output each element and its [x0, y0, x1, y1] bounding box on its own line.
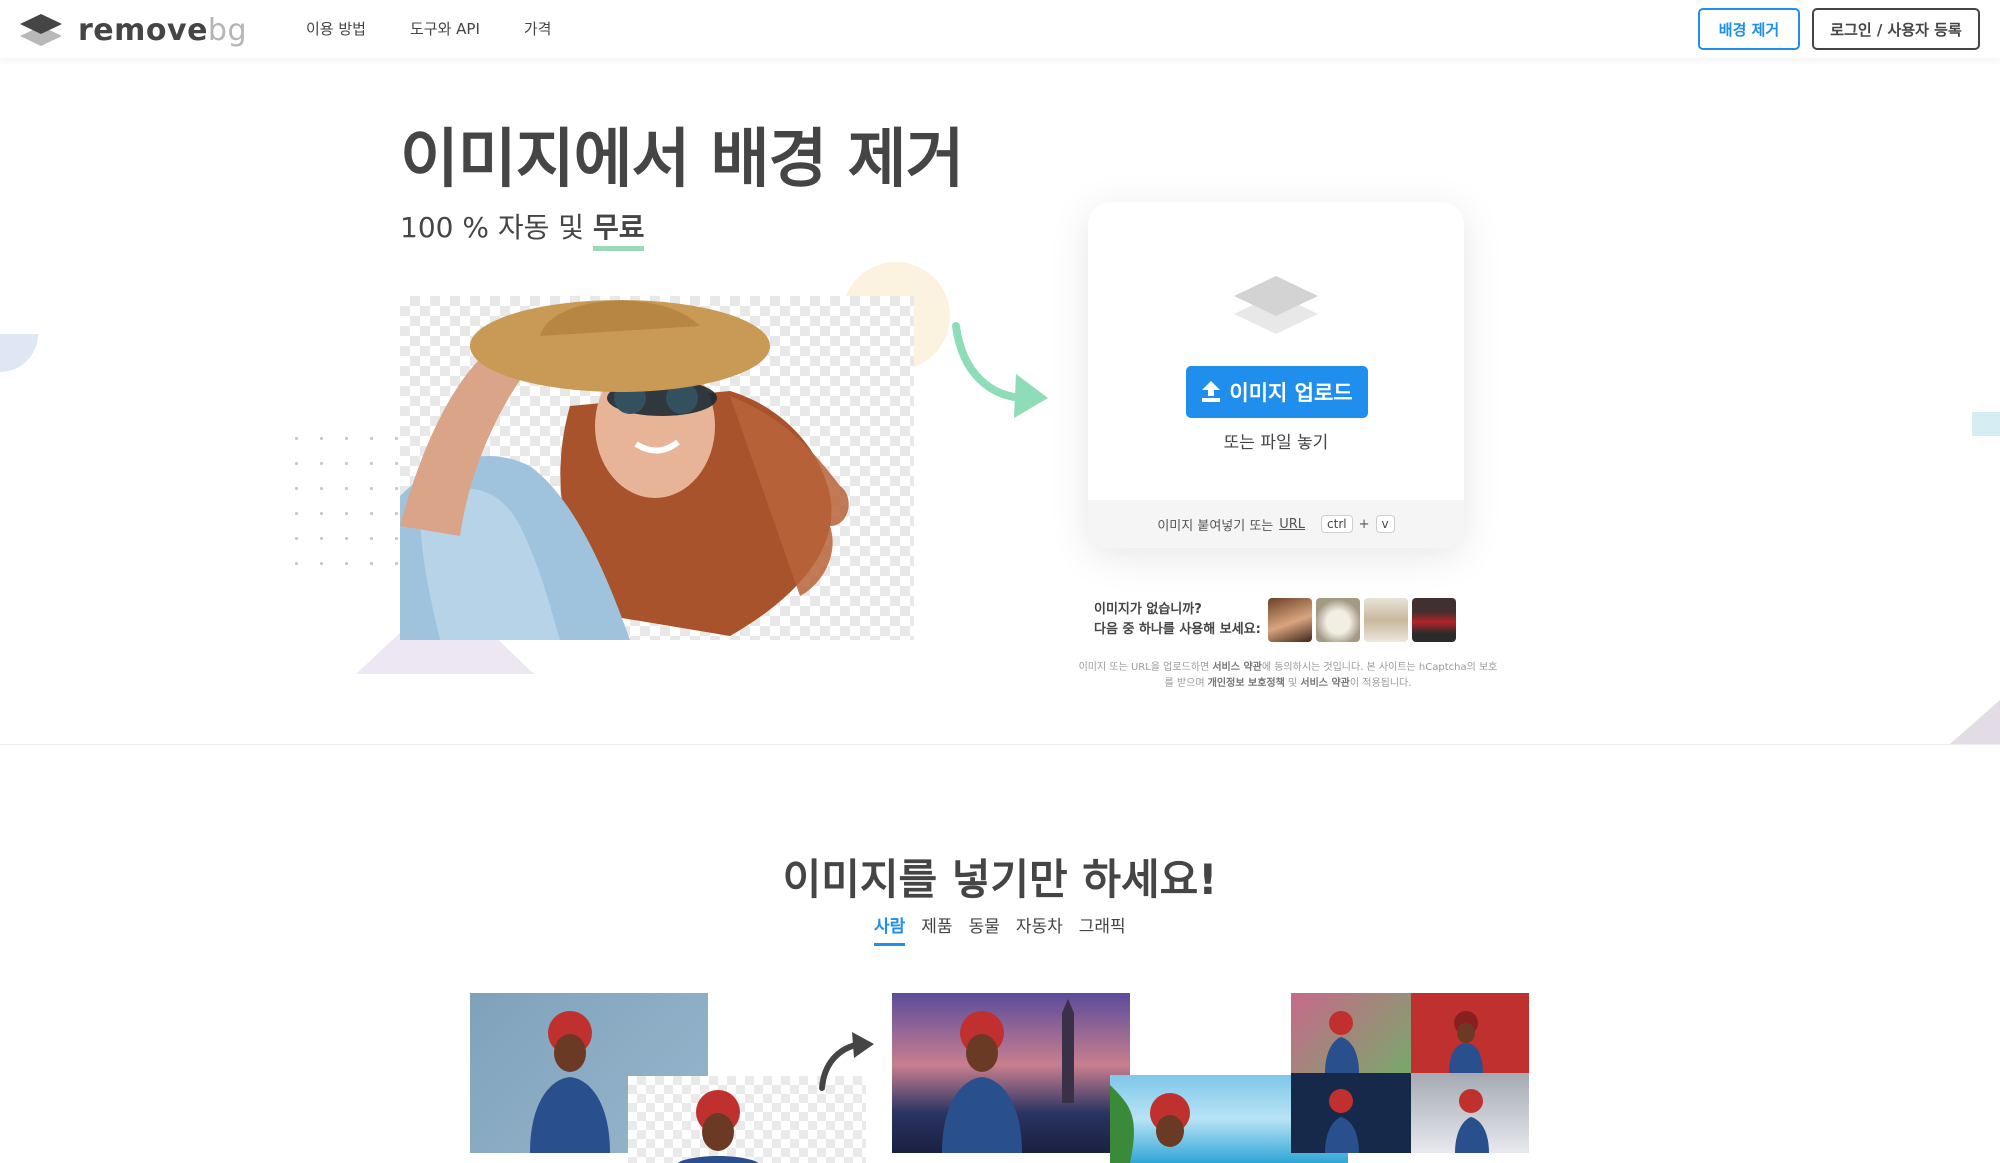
tab-products[interactable]: 제품: [921, 912, 952, 946]
sample-thumb-dog[interactable]: [1316, 598, 1360, 642]
nav-pricing[interactable]: 가격: [524, 18, 552, 39]
person-figure: [1325, 1011, 1359, 1073]
tab-animals[interactable]: 동물: [969, 912, 1000, 946]
logo-layers-icon: [20, 14, 62, 46]
paste-url-link[interactable]: URL: [1279, 517, 1305, 532]
person-figure: [1449, 1011, 1483, 1073]
nav-how-to[interactable]: 이용 방법: [306, 18, 366, 39]
privacy-link[interactable]: 개인정보 보호정책: [1208, 678, 1285, 689]
section-title: 이미지를 넣기만 하세요!: [782, 855, 1218, 904]
tab-people[interactable]: 사람: [874, 912, 906, 946]
section-divider: [0, 744, 2000, 745]
tab-graphics[interactable]: 그래픽: [1079, 912, 1126, 946]
category-tabs: 사람 제품 동물 자동차 그래픽: [874, 912, 1126, 946]
layers-icon: [1234, 276, 1318, 334]
example-grid-photo-2: [1411, 993, 1529, 1073]
sample-prompt: 이미지가 없습니까? 다음 중 하나를 사용해 보세요:: [1094, 602, 1261, 637]
key-ctrl: ctrl: [1321, 515, 1353, 533]
green-arrow-icon: [952, 322, 1048, 418]
sample-thumb-product[interactable]: [1364, 598, 1408, 642]
person-figure: [942, 999, 1074, 1153]
terms-link[interactable]: 서비스 약관: [1212, 662, 1261, 673]
tab-cars[interactable]: 자동차: [1016, 912, 1063, 946]
drop-file-text: 또는 파일 놓기: [1223, 433, 1329, 453]
curved-arrow-icon: [819, 1032, 874, 1091]
upload-card[interactable]: 이미지 업로드 또는 파일 놓기 이미지 붙여넣기 또는 URL ctrl + …: [1088, 202, 1464, 548]
logo[interactable]: removebg: [18, 12, 248, 48]
decor-semicircle: [0, 334, 38, 372]
upload-image-button[interactable]: 이미지 업로드: [1186, 366, 1368, 418]
legal-notice: 이미지 또는 URL을 업로드하면 서비스 약관에 동의하시는 것입니다. 본 …: [1078, 662, 1498, 689]
top-navbar: removebg 이용 방법 도구와 API 가격 배경 제거 로그인 / 사용…: [0, 0, 2000, 58]
main-nav: 이용 방법 도구와 API 가격: [306, 18, 551, 39]
login-signup-button[interactable]: 로그인 / 사용자 등록: [1812, 8, 1980, 50]
key-v: v: [1375, 515, 1395, 533]
decor-square: [1972, 412, 2000, 436]
example-grid-photo-3: [1291, 1073, 1411, 1153]
woman-with-hat-image: [400, 300, 849, 640]
person-figure: [1455, 1089, 1489, 1153]
example-grid-photo-1: [1291, 993, 1411, 1073]
subtitle-highlight: 무료: [592, 211, 645, 251]
hero-image: [400, 296, 914, 640]
sample-thumb-woman[interactable]: [1268, 598, 1312, 642]
person-figure: [1325, 1089, 1359, 1153]
nav-tools-api[interactable]: 도구와 API: [410, 18, 480, 39]
remove-background-button[interactable]: 배경 제거: [1698, 8, 1800, 50]
example-london-photo: [892, 993, 1130, 1153]
decor-dot-grid: [284, 426, 414, 586]
page-title: 이미지에서 배경 제거: [400, 123, 964, 197]
terms-link-2[interactable]: 서비스 약관: [1300, 678, 1349, 689]
page-subtitle: 100 % 자동 및 무료: [400, 206, 645, 251]
decor-corner-triangle: [1950, 700, 2000, 744]
example-grid-photo-4: [1411, 1073, 1529, 1153]
paste-bar: 이미지 붙여넣기 또는 URL ctrl + v: [1088, 500, 1464, 548]
sample-thumb-car[interactable]: [1412, 598, 1456, 642]
upload-icon: [1202, 381, 1221, 402]
logo-text: removebg: [78, 12, 248, 48]
